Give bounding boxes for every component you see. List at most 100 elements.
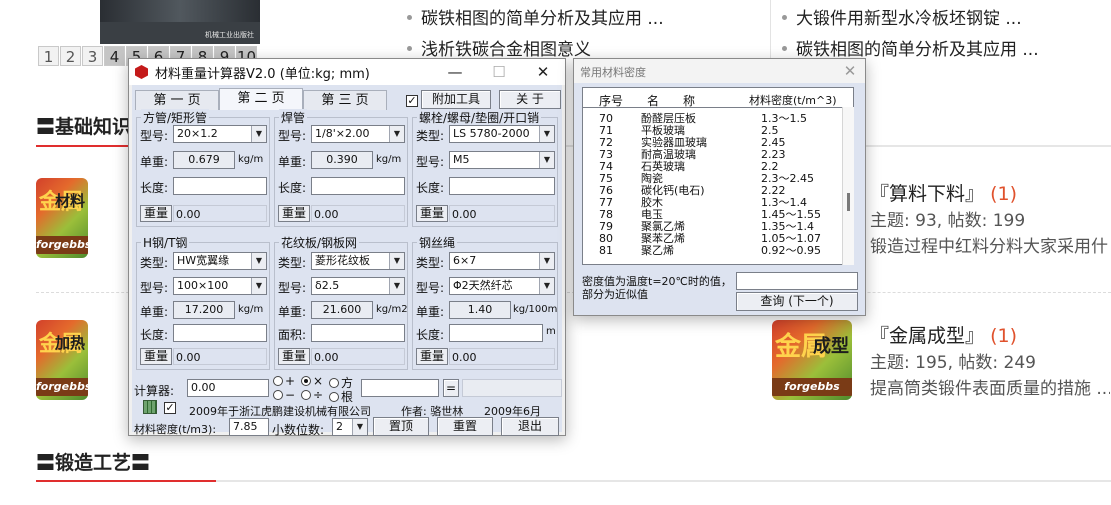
length-label: 长度: <box>416 328 445 342</box>
calculator-operand-input[interactable] <box>361 379 439 397</box>
weight-button[interactable]: 重量 <box>416 348 448 365</box>
row-no: 80 <box>599 232 613 245</box>
model-select[interactable]: Φ2天然纤芯 ▼ <box>449 277 555 295</box>
exit-button[interactable]: 退出 <box>501 417 559 436</box>
titlebar[interactable]: 常用材料密度 ✕ <box>574 59 865 83</box>
row-name: 聚氯乙烯 <box>641 220 685 233</box>
close-button[interactable]: ✕ <box>521 59 565 85</box>
density-input[interactable]: 7.85 <box>229 418 269 436</box>
pager-page-4[interactable]: 4 <box>104 46 125 66</box>
length-input[interactable] <box>173 324 267 342</box>
article-link[interactable]: 浅析铁碳合金相图意义 <box>421 40 591 60</box>
tab-page-3[interactable]: 第 三 页 <box>303 90 387 110</box>
scrollbar-thumb[interactable] <box>847 193 850 211</box>
model-select[interactable]: δ2.5 ▼ <box>311 277 405 295</box>
length-input[interactable] <box>173 177 267 195</box>
type-select[interactable]: 6×7 ▼ <box>449 252 555 270</box>
forum-last-post[interactable]: 锻造过程中红料分料大家采用什 <box>870 234 1110 260</box>
radio-minus[interactable]: − <box>273 388 295 402</box>
pager-page-2[interactable]: 2 <box>60 46 81 66</box>
chevron-down-icon[interactable]: ▼ <box>539 126 554 142</box>
list-item[interactable]: 碳铁相图的简单分析及其应用 ... <box>407 6 664 37</box>
chevron-down-icon[interactable]: ▼ <box>251 278 266 294</box>
about-button[interactable]: 关 于 <box>499 90 561 109</box>
chevron-down-icon[interactable]: ▼ <box>539 253 554 269</box>
calculator-input[interactable]: 0.00 <box>187 379 269 397</box>
pin-top-button[interactable]: 置顶 <box>373 417 429 436</box>
forum-title[interactable]: 『金属成型』 (1) <box>870 322 1110 350</box>
forum-title[interactable]: 『算料下料』 (1) <box>870 180 1110 208</box>
reset-button[interactable]: 重置 <box>437 417 493 436</box>
length-input[interactable] <box>449 177 555 195</box>
forum-icon-forming[interactable]: 金属 成型 forgebbs <box>772 320 852 400</box>
pager-page-1[interactable]: 1 <box>38 46 59 66</box>
model-select[interactable]: M5 ▼ <box>449 151 555 169</box>
list-scrollbar[interactable] <box>842 107 854 265</box>
list-item[interactable]: 大锻件用新型水冷板坯钢锭 ... <box>782 6 1039 37</box>
calculator-app-icon[interactable] <box>143 400 157 414</box>
weight-button[interactable]: 重量 <box>278 348 310 365</box>
weight-result: 0.00 <box>173 348 267 365</box>
minimize-button[interactable]: — <box>433 59 477 85</box>
radio-label: × <box>313 374 324 388</box>
row-density: 0.92～0.95 <box>761 244 821 257</box>
type-label: 类型: <box>140 256 169 270</box>
type-value: 菱形花纹板 <box>315 254 370 267</box>
weight-button[interactable]: 重量 <box>416 205 448 222</box>
area-input[interactable] <box>311 324 405 342</box>
forum-title-text[interactable]: 『金属成型』 <box>870 325 984 347</box>
equals-button[interactable]: = <box>443 379 459 397</box>
tab-page-2[interactable]: 第 二 页 <box>219 88 303 110</box>
weight-button[interactable]: 重量 <box>140 205 172 222</box>
search-input[interactable] <box>736 272 858 290</box>
chevron-down-icon[interactable]: ▼ <box>251 126 266 142</box>
density-list[interactable]: 70 酚醛层压板 1.3～1.5 71 平板玻璃 2.5 72 实验器皿玻璃 2.45 73… <box>582 107 854 265</box>
model-select[interactable]: 100×100 ▼ <box>173 277 267 295</box>
chevron-down-icon[interactable]: ▼ <box>251 253 266 269</box>
weight-result: 0.00 <box>311 348 405 365</box>
length-input[interactable] <box>449 324 543 342</box>
article-link[interactable]: 大锻件用新型水冷板坯钢锭 ... <box>796 9 1022 29</box>
chevron-down-icon[interactable]: ▼ <box>352 419 367 435</box>
maximize-button[interactable]: ☐ <box>477 59 521 85</box>
close-button[interactable]: ✕ <box>835 59 865 83</box>
model-select[interactable]: 1/8'×2.00 ▼ <box>311 125 405 143</box>
forum-icon-heating[interactable]: 金属 加热 forgebbs <box>36 320 88 400</box>
extra-tools-button[interactable]: 附加工具 <box>421 90 491 109</box>
weight-button[interactable]: 重量 <box>140 348 172 365</box>
chevron-down-icon[interactable]: ▼ <box>539 152 554 168</box>
search-next-button[interactable]: 查询 (下一个) <box>736 292 858 311</box>
forum-last-post[interactable]: 提高筒类锻件表面质量的措施 ... <box>870 376 1110 402</box>
radio-plus[interactable]: + <box>273 374 295 388</box>
article-link[interactable]: 碳铁相图的简单分析及其应用 ... <box>796 40 1039 60</box>
chevron-down-icon[interactable]: ▼ <box>389 253 404 269</box>
decimals-select[interactable]: 2 ▼ <box>332 418 368 436</box>
option-checkbox[interactable]: ✓ <box>164 402 176 414</box>
model-select[interactable]: 20×1.2 ▼ <box>173 125 267 143</box>
radio-divide[interactable]: ÷ <box>301 388 323 402</box>
pager-page-3[interactable]: 3 <box>82 46 103 66</box>
type-select[interactable]: HW宽翼缘 ▼ <box>173 252 267 270</box>
chevron-down-icon[interactable]: ▼ <box>389 278 404 294</box>
article-link[interactable]: 碳铁相图的简单分析及其应用 ... <box>421 9 664 29</box>
model-value: 20×1.2 <box>177 127 218 140</box>
type-select[interactable]: 菱形花纹板 ▼ <box>311 252 405 270</box>
length-input[interactable] <box>311 177 405 195</box>
row-name: 耐高温玻璃 <box>641 148 696 161</box>
type-select[interactable]: LS 5780-2000 ▼ <box>449 125 555 143</box>
book-cover-image[interactable]: 机械工业出版社 <box>100 0 260 44</box>
tab-page-1[interactable]: 第 一 页 <box>135 90 219 110</box>
chevron-down-icon[interactable]: ▼ <box>389 126 404 142</box>
radio-label: + <box>285 374 296 388</box>
column-header-density: 材料密度(t/m^3) <box>749 94 837 107</box>
radio-circle <box>329 392 339 402</box>
radio-multiply[interactable]: × <box>301 374 323 388</box>
chevron-down-icon[interactable]: ▼ <box>539 278 554 294</box>
forum-icon-cutting[interactable]: 金属 材料 forgebbs <box>36 178 88 258</box>
extra-tools-checkbox[interactable]: ✓ <box>406 95 418 107</box>
forum-title-text[interactable]: 『算料下料』 <box>870 183 984 205</box>
titlebar[interactable]: 材料重量计算器V2.0 (单位:kg; mm) — ☐ ✕ <box>129 59 565 85</box>
bullet-icon <box>782 14 787 20</box>
model-value: M5 <box>453 153 470 166</box>
weight-button[interactable]: 重量 <box>278 205 310 222</box>
